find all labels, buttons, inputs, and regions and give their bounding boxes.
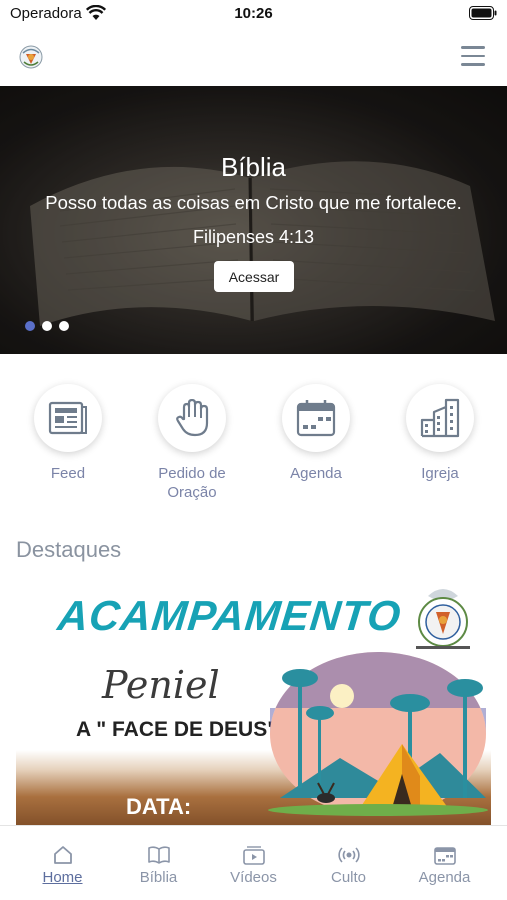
tab-bar: Home Bíblia Vídeos Culto Agenda <box>0 825 507 900</box>
quick-link-prayer-request[interactable]: Pedido de Oração <box>137 384 247 502</box>
tab-home[interactable]: Home <box>12 826 113 900</box>
hero-verse: Posso todas as coisas em Cristo que me f… <box>45 192 462 213</box>
quick-links: Feed Pedido de Oração Agenda Igreja <box>0 384 507 504</box>
carousel-indicator <box>25 318 76 336</box>
calendar-icon <box>296 400 336 437</box>
status-bar: Operadora 10:26 <box>0 0 507 30</box>
hamburger-menu-icon[interactable] <box>461 46 485 66</box>
section-title-highlights: Destaques <box>16 537 122 562</box>
access-button[interactable]: Acessar <box>214 261 294 292</box>
app-header <box>0 30 507 86</box>
banner-headline: ACAMPAMENTO <box>55 592 404 639</box>
quick-link-agenda[interactable]: Agenda <box>261 384 371 483</box>
quick-link-circle <box>158 384 226 452</box>
tab-videos[interactable]: Vídeos <box>203 826 304 900</box>
tab-bible[interactable]: Bíblia <box>108 826 209 900</box>
building-icon <box>420 398 460 438</box>
banner-date-label: DATA: <box>126 794 192 819</box>
tab-agenda[interactable]: Agenda <box>394 826 495 900</box>
tab-service[interactable]: Culto <box>298 826 399 900</box>
carousel-dot[interactable] <box>59 321 69 331</box>
tab-label: Bíblia <box>139 869 178 886</box>
quick-link-label: Agenda <box>290 465 342 482</box>
banner-subtitle: Peniel <box>102 663 220 707</box>
quick-link-feed[interactable]: Feed <box>13 384 123 483</box>
tab-label: Culto <box>330 869 367 886</box>
hero-carousel[interactable]: Bíblia Posso todas as coisas em Cristo q… <box>0 86 507 354</box>
home-icon <box>53 846 72 864</box>
quick-link-label: Feed <box>50 465 86 482</box>
quick-link-label: Pedido de Oração <box>158 465 226 501</box>
hero-reference: Filipenses 4:13 <box>192 227 315 247</box>
church-logo-icon[interactable] <box>18 44 44 70</box>
tab-label: Agenda <box>418 869 471 886</box>
video-icon <box>242 846 265 865</box>
book-icon <box>147 846 170 864</box>
tab-label: Vídeos <box>230 869 277 886</box>
quick-link-label: Igreja <box>421 465 459 482</box>
hero-overlay <box>0 86 507 354</box>
carousel-dot[interactable] <box>25 321 35 331</box>
quick-link-circle <box>282 384 350 452</box>
battery-icon <box>469 6 497 20</box>
church-seal-icon <box>416 589 470 649</box>
tab-label: Home <box>42 869 83 886</box>
camping-scene-illustration <box>268 652 488 816</box>
banner-tagline: A " FACE DE DEUS" <box>76 718 278 741</box>
hero-title: Bíblia <box>220 152 287 182</box>
quick-link-circle <box>34 384 102 452</box>
hand-icon <box>176 399 209 437</box>
carousel-dot[interactable] <box>42 321 52 331</box>
highlight-banner[interactable]: ACAMPAMENTO Peniel A " FACE DE DEUS" DAT… <box>16 578 491 828</box>
newspaper-icon <box>48 401 87 435</box>
quick-link-circle <box>406 384 474 452</box>
calendar-icon <box>433 847 456 865</box>
status-time: 10:26 <box>234 5 273 22</box>
broadcast-icon <box>337 847 360 863</box>
quick-link-church[interactable]: Igreja <box>385 384 495 483</box>
